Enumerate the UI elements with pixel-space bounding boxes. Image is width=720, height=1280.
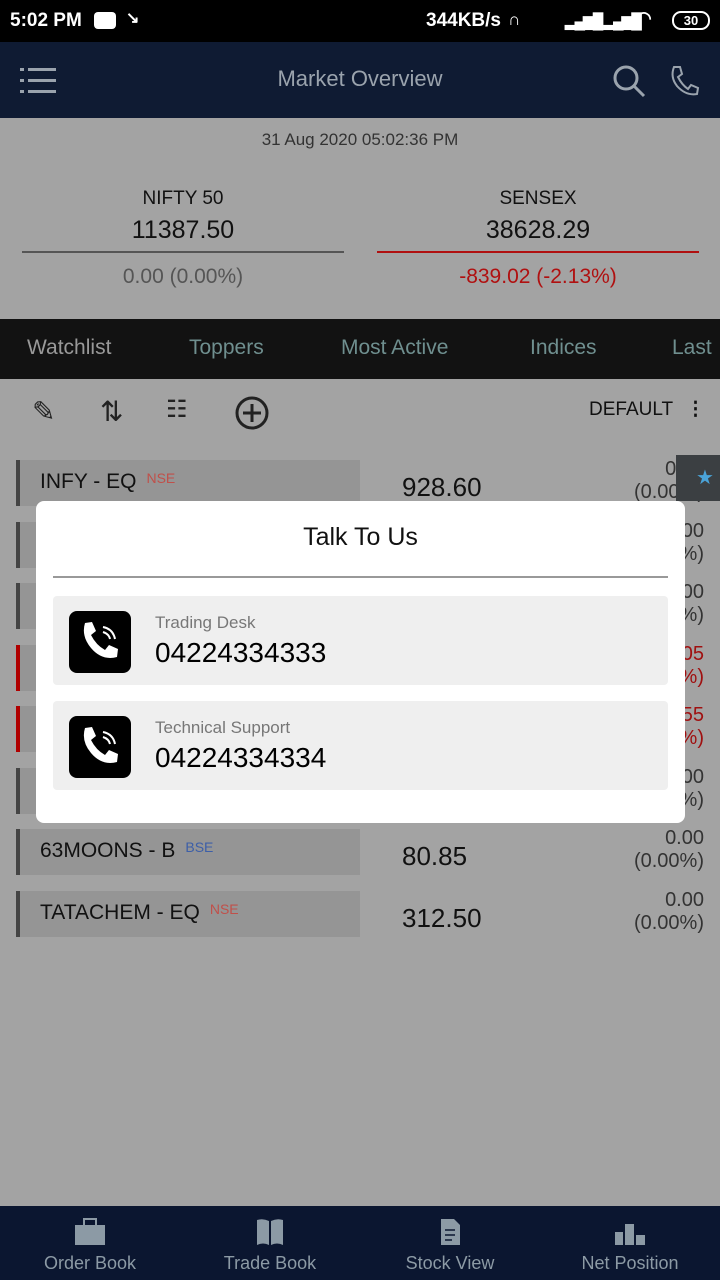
row-price: 312.50 [402,902,482,933]
wifi-icon: ◠ [636,8,652,28]
symbol: 63MOONS - B [40,839,176,862]
phone-icon[interactable] [668,64,700,98]
contact-phone[interactable]: 04224334333 [155,637,326,669]
nav-label: Net Position [581,1253,679,1273]
index-change: -839.02 (-2.13%) [459,265,617,288]
search-icon[interactable] [612,64,646,98]
row-price: 928.60 [402,472,482,502]
sort-icon[interactable]: ⇅ [100,395,136,431]
battery-icon: 30 [672,11,710,30]
nav-stock-view[interactable]: Stock View [360,1206,540,1280]
contact-technical-support[interactable]: Technical Support 04224334334 [53,701,668,790]
book-icon [257,1219,283,1245]
watchlist-row[interactable]: 63MOONS - B BSE [16,829,360,875]
change-value: 0.00 [665,888,704,911]
symbol: INFY - EQ [40,470,137,493]
star-icon: ★ [696,467,714,489]
tab-last[interactable]: Last [672,336,712,360]
index-name: NIFTY 50 [142,188,224,209]
tab-most-active[interactable]: Most Active [341,336,448,360]
divider [53,576,668,578]
contact-label: Trading Desk [155,613,256,632]
row-price: 80.85 [402,841,468,871]
nav-label: Trade Book [223,1253,317,1273]
status-time: 5:02 PM [10,10,82,31]
tab-watchlist[interactable]: Watchlist [27,336,111,360]
change-percent: (0.00%) [633,850,704,872]
watchlist-row[interactable]: INFY - EQ NSE [16,460,360,506]
row-symbol: TATACHEM - EQ NSE [40,901,239,925]
document-icon [441,1219,460,1245]
nav-trade-book[interactable]: Trade Book [180,1206,360,1280]
network-speed: 344KB/s [426,10,501,31]
contact-label: Technical Support [155,718,291,737]
bottom-nav: Order Book Trade Book Stock View Net Pos… [0,1206,720,1280]
index-sensex[interactable]: SENSEX 38628.29 -839.02 (-2.13%) [377,188,699,289]
bar-chart-icon [615,1224,645,1245]
signal-icon: ▂▄▆█ ▂▄▆█ [565,13,642,30]
index-change: 0.00 (0.00%) [122,265,244,288]
list-icon[interactable]: ☷ [166,395,202,431]
watchlist-selector[interactable]: DEFAULT ⋮ [589,398,705,421]
add-icon[interactable] [234,395,270,431]
nav-order-book[interactable]: Order Book [0,1206,180,1280]
tab-bar: Watchlist Toppers Most Active Indices La… [0,319,720,379]
nav-label: Order Book [43,1253,137,1273]
last-updated: 31 Aug 2020 05:02:36 PM [261,130,459,149]
phone-call-icon [69,716,131,778]
phone-call-icon [69,611,131,673]
contact-trading-desk[interactable]: Trading Desk 04224334333 [53,596,668,685]
change-value: 0.00 [665,827,704,849]
index-nifty[interactable]: NIFTY 50 11387.50 0.00 (0.00%) [22,188,344,289]
contact-phone[interactable]: 04224334334 [155,742,326,774]
index-value: 38628.29 [377,216,699,253]
youtube-icon [94,12,116,29]
exchange-badge: NSE [146,470,176,486]
exchange-badge: NSE [209,900,239,917]
change-percent: (0.00%) [633,911,704,934]
tab-toppers[interactable]: Toppers [189,336,264,360]
briefcase-icon [75,1218,105,1245]
row-symbol: INFY - EQ NSE [40,470,175,494]
nav-label: Stock View [405,1253,495,1273]
favorite-tab[interactable]: ★ [676,455,720,501]
row-change: 0.00(0.00%) [634,889,704,935]
row-change: 0.00(0.00%) [634,827,704,873]
watchlist-name: DEFAULT [589,399,673,420]
tab-indices[interactable]: Indices [530,336,597,360]
index-name: SENSEX [499,188,577,209]
index-value: 11387.50 [22,216,344,253]
dialog-title: Talk To Us [303,523,418,551]
more-icon[interactable]: ⋮ [686,399,705,420]
talk-to-us-dialog: Talk To Us Trading Desk 04224334333 Tech… [36,501,685,823]
nav-net-position[interactable]: Net Position [540,1206,720,1280]
row-symbol: 63MOONS - B BSE [40,839,213,863]
status-bar: 5:02 PM ↘ 344KB/s ∩ ▂▄▆█ ▂▄▆█ ◠ 30 [0,0,720,42]
trend-icon: ↘ [126,10,140,27]
exchange-badge: BSE [185,839,214,855]
watchlist-row[interactable]: TATACHEM - EQ NSE [16,890,360,937]
symbol: TATACHEM - EQ [40,900,200,924]
headset-icon: ∩ [508,10,521,29]
edit-icon[interactable]: ✎ [32,395,68,431]
app-header: Market Overview [0,42,720,118]
